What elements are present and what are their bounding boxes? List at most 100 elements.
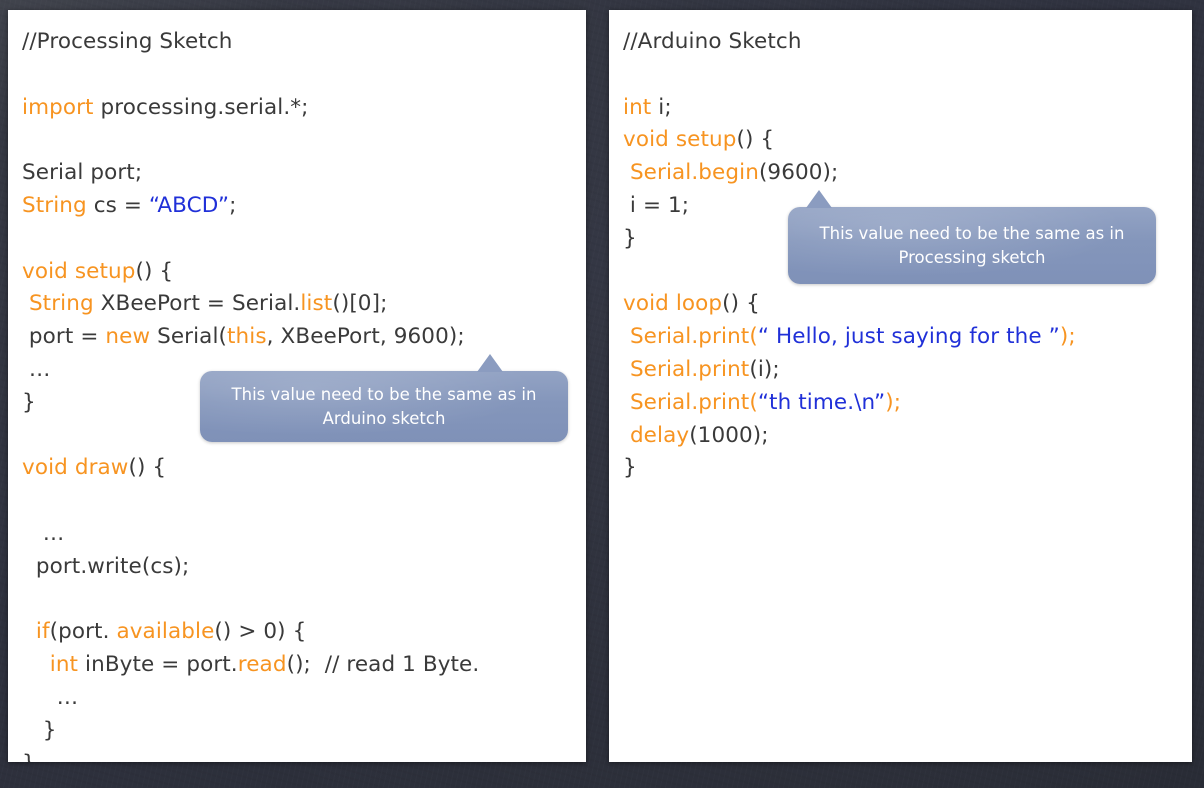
code-token: void draw <box>22 455 129 481</box>
code-token: (i); <box>749 356 780 382</box>
code-token: list <box>300 291 333 317</box>
code-token: (port. <box>49 619 117 645</box>
code-token: int <box>623 94 652 120</box>
code-token: Serial.print <box>629 356 750 382</box>
code-token: Serial.print( <box>629 389 758 415</box>
code-token: (9600); <box>758 160 839 186</box>
code-line: } <box>22 715 479 748</box>
code-token: port = <box>22 324 106 350</box>
code-token: ()[0]; <box>332 291 388 317</box>
code-line: //Processing Sketch <box>22 26 479 59</box>
callout-processing-reference: This value need to be the same as in Pro… <box>788 190 1156 284</box>
code-line: String XBeePort = Serial.list()[0]; <box>22 288 479 321</box>
code-token: String <box>28 291 94 317</box>
code-token: if <box>35 619 50 645</box>
code-token: XBeePort = Serial. <box>93 291 301 317</box>
code-line: delay(1000); <box>623 420 1076 453</box>
code-token: i; <box>651 94 672 120</box>
code-token: “ Hello, just saying for the ” <box>757 324 1060 350</box>
code-token: “ABCD” <box>148 192 230 218</box>
callout-right-text: This value need to be the same as in Pro… <box>819 223 1125 267</box>
code-token: , XBeePort, 9600); <box>266 324 465 350</box>
code-token: ); <box>1059 324 1076 350</box>
code-token: //Arduino Sketch <box>623 29 802 54</box>
code-token: Serial.begin <box>629 160 759 186</box>
code-line: port.write(cs); <box>22 551 479 584</box>
code-token: i = 1; <box>623 192 690 218</box>
code-token: (); // read 1 Byte. <box>286 652 480 678</box>
code-token: import <box>22 94 94 120</box>
code-token: inByte = port. <box>78 652 238 678</box>
code-token: () { <box>128 455 167 481</box>
code-token: int <box>49 652 79 678</box>
code-token: … <box>22 520 65 546</box>
code-token: processing.serial.*; <box>93 94 309 120</box>
arduino-sketch-panel: //Arduino Sketch int i; void setup() { Se… <box>609 10 1192 762</box>
code-line: Serial.begin(9600); <box>623 157 1076 190</box>
callout-tail-icon <box>806 190 832 208</box>
code-line: void loop() { <box>623 288 1076 321</box>
slide-canvas: //Processing Sketch import processing.se… <box>0 0 1204 788</box>
code-token: “th time.\n” <box>757 389 886 415</box>
callout-tail-icon <box>477 354 503 372</box>
code-line: port = new Serial(this, XBeePort, 9600); <box>22 321 479 354</box>
code-token: … <box>22 356 51 382</box>
code-token: String <box>22 192 87 218</box>
code-line: Serial.print(“ Hello, just saying for th… <box>623 321 1076 354</box>
code-line: void setup() { <box>623 124 1076 157</box>
code-token: Serial.print( <box>629 324 758 350</box>
code-token: cs = <box>86 192 149 218</box>
code-line: … <box>22 682 479 715</box>
code-token: read <box>237 652 287 678</box>
code-token: delay <box>629 422 690 448</box>
code-token: } <box>623 455 637 481</box>
code-line: … <box>22 518 479 551</box>
code-line: } <box>22 748 479 762</box>
code-line: String cs = “ABCD”; <box>22 190 479 223</box>
code-token: void setup <box>623 127 737 153</box>
code-token: ); <box>885 389 902 415</box>
code-token: … <box>22 684 79 710</box>
code-token: } <box>22 751 36 762</box>
code-token: } <box>22 389 36 415</box>
code-token: () { <box>135 258 174 284</box>
code-token: ; <box>229 192 237 218</box>
code-token: available <box>116 619 215 645</box>
code-token: () { <box>722 291 760 317</box>
code-line: //Arduino Sketch <box>623 26 1076 59</box>
code-token: Serial( <box>150 324 227 350</box>
callout-left-text: This value need to be the same as in Ard… <box>231 384 537 428</box>
code-line: void setup() { <box>22 256 479 289</box>
code-token: this <box>227 324 267 350</box>
code-line: void draw() { <box>22 452 479 485</box>
callout-arduino-reference: This value need to be the same as in Ard… <box>200 354 568 442</box>
code-line: Serial.print(i); <box>623 354 1076 387</box>
code-token: void loop <box>623 291 723 317</box>
code-line: import processing.serial.*; <box>22 92 479 125</box>
code-line: } <box>623 452 1076 485</box>
code-token: () { <box>736 127 775 153</box>
code-token: } <box>22 717 57 743</box>
code-token: port.write(cs); <box>22 553 190 579</box>
code-token: Serial port; <box>22 160 143 186</box>
code-line: Serial.print(“th time.\n”); <box>623 387 1076 420</box>
code-line: int i; <box>623 92 1076 125</box>
code-line: if(port. available() > 0) { <box>22 616 479 649</box>
code-token: new <box>105 324 151 350</box>
code-token: (1000); <box>689 422 769 448</box>
code-token: void setup <box>22 258 136 284</box>
